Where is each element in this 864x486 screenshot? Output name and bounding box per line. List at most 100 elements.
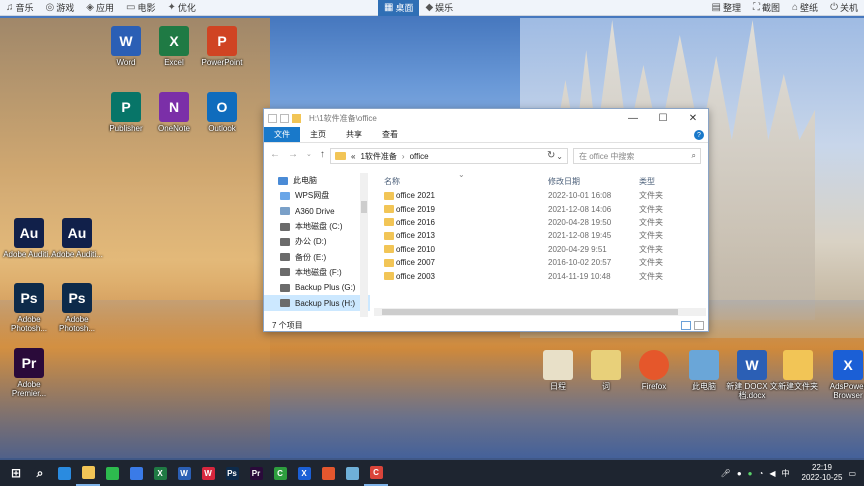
- desktop-icon-word[interactable]: W Word: [100, 26, 152, 67]
- desktop-icon-shortcut-1[interactable]: 日程: [532, 350, 584, 391]
- taskbar-word[interactable]: W: [172, 460, 196, 486]
- topbar-left_items-3[interactable]: ▭ 电影: [120, 0, 161, 16]
- file-row[interactable]: office 2013 2021-12-08 19:45 文件夹: [376, 229, 706, 242]
- taskbar-recorder[interactable]: C: [364, 460, 388, 486]
- taskbar-feishu[interactable]: [124, 460, 148, 486]
- topbar-right_items-1[interactable]: ⛶ 截图: [747, 0, 786, 16]
- breadcrumb-parent[interactable]: 1软件准备: [360, 151, 396, 162]
- horizontal-scrollbar[interactable]: [374, 308, 706, 316]
- file-row[interactable]: office 2003 2014-11-19 10:48 文件夹: [376, 269, 706, 282]
- desktop-icon-this-pc[interactable]: 此电脑: [678, 350, 730, 391]
- taskbar-wechat-app[interactable]: [100, 460, 124, 486]
- tab-view[interactable]: 查看: [372, 127, 408, 142]
- taskbar-excel[interactable]: X: [148, 460, 172, 486]
- topbar-left_items-2[interactable]: ◈ 应用: [80, 0, 120, 16]
- address-bar[interactable]: « 1软件准备 › office ⌄: [330, 148, 568, 164]
- refresh-icon[interactable]: ↻: [547, 150, 555, 161]
- topbar-center_tabs-0[interactable]: ▦ 桌面: [378, 0, 420, 16]
- desktop-icon-docx[interactable]: W 新建 DOCX 文档.docx: [726, 350, 778, 400]
- desktop-icon-adspower[interactable]: X AdsPower Browser: [822, 350, 864, 400]
- topbar-label: 壁纸: [800, 3, 819, 13]
- volume-icon[interactable]: ◀: [769, 469, 775, 478]
- topbar-left_items-1[interactable]: ◎ 游戏: [40, 0, 81, 16]
- topbar-left_items-0[interactable]: ♫ 音乐: [0, 0, 40, 16]
- nav-item[interactable]: Backup Plus (H:): [264, 295, 370, 311]
- desktop-icon-shortcut-2[interactable]: 词: [580, 350, 632, 391]
- microphone-icon[interactable]: 🎤︎: [721, 469, 731, 478]
- large-icons-view-button[interactable]: [694, 321, 704, 330]
- taskbar-app-notes[interactable]: [340, 460, 364, 486]
- wechat-icon[interactable]: ●: [748, 469, 753, 478]
- topbar-right_items-0[interactable]: ▤ 整理: [706, 0, 747, 16]
- nav-item[interactable]: 备份 (E:): [264, 249, 370, 264]
- taskbar-photoshop[interactable]: Ps: [220, 460, 244, 486]
- nav-scrollbar[interactable]: [360, 173, 368, 317]
- file-row[interactable]: office 2007 2016-10-02 20:57 文件夹: [376, 256, 706, 269]
- tab-file[interactable]: 文件: [264, 127, 300, 142]
- nav-item[interactable]: WPS网盘: [264, 188, 370, 203]
- desktop-icon-audition-2[interactable]: Au Adobe Auditi...: [51, 218, 103, 259]
- quick-access-icon[interactable]: [268, 113, 277, 123]
- network-icon[interactable]: ◔: [759, 469, 764, 478]
- help-icon[interactable]: ?: [694, 130, 704, 140]
- taskbar-adspower[interactable]: X: [292, 460, 316, 486]
- address-dropdown-icon[interactable]: ⌄: [556, 152, 563, 161]
- column-name[interactable]: 名称: [384, 176, 400, 187]
- topbar-right_items-3[interactable]: ⏻ 关机: [824, 0, 864, 16]
- desktop-icon-outlook[interactable]: O Outlook: [196, 92, 248, 133]
- close-button[interactable]: ✕: [678, 109, 708, 127]
- file-row[interactable]: office 2010 2020-04-29 9:51 文件夹: [376, 243, 706, 256]
- topbar-left_items-4[interactable]: ✦ 优化: [161, 0, 201, 16]
- file-row[interactable]: office 2016 2020-04-28 19:50 文件夹: [376, 216, 706, 229]
- nav-item[interactable]: 本地磁盘 (C:): [264, 219, 370, 234]
- desktop-icon-premiere[interactable]: Pr Adobe Premier...: [3, 348, 55, 398]
- taskbar-search[interactable]: ⌕: [28, 460, 52, 486]
- file-row[interactable]: office 2021 2022-10-01 16:08 文件夹: [376, 189, 706, 202]
- input-method-icon[interactable]: 中: [782, 468, 790, 479]
- nav-item[interactable]: A360 Drive: [264, 204, 370, 219]
- notifications-icon[interactable]: ▭: [848, 469, 856, 478]
- maximize-button[interactable]: ☐: [648, 109, 678, 127]
- properties-icon[interactable]: [280, 113, 289, 123]
- nav-item[interactable]: 此电脑: [264, 173, 370, 188]
- topbar-right_items-2[interactable]: ⌂ 壁纸: [786, 0, 824, 16]
- nav-item[interactable]: 办公 (D:): [264, 234, 370, 249]
- desktop-icon-excel[interactable]: X Excel: [148, 26, 200, 67]
- taskbar-premiere[interactable]: Pr: [244, 460, 268, 486]
- taskbar-camtasia[interactable]: C: [268, 460, 292, 486]
- clock[interactable]: 22:19 2022-10-25: [802, 463, 843, 483]
- breadcrumb-current[interactable]: office: [410, 152, 429, 161]
- desktop-icon-onenote[interactable]: N OneNote: [148, 92, 200, 133]
- recent-dropdown-icon[interactable]: ⌄: [306, 150, 312, 158]
- taskbar-app-orange[interactable]: [316, 460, 340, 486]
- details-view-button[interactable]: [681, 321, 691, 330]
- title-bar[interactable]: H:\1软件准备\office — ☐ ✕: [264, 109, 708, 127]
- breadcrumb-overflow[interactable]: «: [351, 152, 355, 161]
- chat-icon[interactable]: ●: [737, 469, 742, 478]
- desktop-icon-firefox[interactable]: Firefox: [628, 350, 680, 391]
- taskbar-start[interactable]: ⊞: [4, 460, 28, 486]
- desktop-icon-audition-1[interactable]: Au Adobe Auditi...: [3, 218, 55, 259]
- column-type[interactable]: 类型: [639, 176, 655, 187]
- tab-home[interactable]: 主页: [300, 127, 336, 142]
- desktop-icon-photoshop-2[interactable]: Ps Adobe Photosh...: [51, 283, 103, 333]
- up-button[interactable]: ↑: [320, 149, 325, 160]
- nav-item[interactable]: 本地磁盘 (F:): [264, 265, 370, 280]
- taskbar-wps[interactable]: W: [196, 460, 220, 486]
- minimize-button[interactable]: —: [618, 109, 648, 127]
- column-date[interactable]: 修改日期: [548, 176, 580, 187]
- search-input[interactable]: 在 office 中搜索 ⌕: [573, 148, 701, 164]
- tab-share[interactable]: 共享: [336, 127, 372, 142]
- topbar-center_tabs-1[interactable]: ◆ 娱乐: [419, 0, 459, 16]
- nav-item[interactable]: Backup Plus (G:): [264, 280, 370, 295]
- back-button[interactable]: ←: [270, 149, 280, 160]
- desktop-icon-powerpoint[interactable]: P PowerPoint: [196, 26, 248, 67]
- file-date: 2014-11-19 10:48: [548, 271, 611, 281]
- desktop-icon-photoshop-1[interactable]: Ps Adobe Photosh...: [3, 283, 55, 333]
- taskbar-file-explorer[interactable]: [76, 460, 100, 486]
- desktop-icon-publisher[interactable]: P Publisher: [100, 92, 152, 133]
- forward-button[interactable]: →: [288, 149, 298, 160]
- desktop-icon-new-folder[interactable]: 新建文件夹: [772, 350, 824, 391]
- file-row[interactable]: office 2019 2021-12-08 14:06 文件夹: [376, 202, 706, 215]
- taskbar-browser-360[interactable]: [52, 460, 76, 486]
